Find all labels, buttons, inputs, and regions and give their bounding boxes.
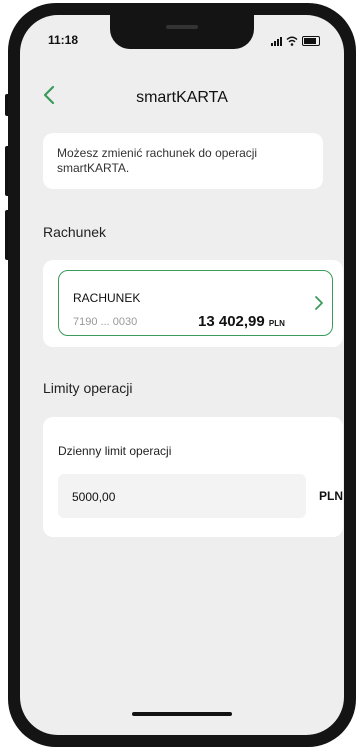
wifi-icon (286, 36, 298, 46)
page-title: smartKARTA (136, 89, 228, 106)
battery-icon (302, 36, 320, 46)
account-balance: 13 402,99 (198, 313, 265, 330)
account-name: RACHUNEK (73, 291, 141, 305)
account-section-label: Rachunek (43, 224, 107, 240)
notch (110, 15, 254, 49)
daily-limit-currency: PLN (319, 489, 343, 503)
speaker (166, 25, 198, 29)
account-currency: PLN (268, 319, 285, 328)
app-screen: 11:18 smartKARTA Możesz zmienić rachunek… (20, 15, 344, 735)
home-indicator[interactable] (132, 712, 232, 716)
status-time: 11:18 (48, 33, 79, 47)
account-selector[interactable]: RACHUNEK 7190 ... 0030 13 402,99 PLN (58, 270, 333, 336)
daily-limit-value: 5000,00 (72, 490, 116, 504)
account-number: 7190 ... 0030 (73, 316, 138, 328)
phone-frame: 11:18 smartKARTA Możesz zmienić rachunek… (8, 3, 356, 747)
limit-card: Dzienny limit operacji 5000,00 PLN (43, 417, 343, 537)
limits-section-label: Limity operacji (43, 380, 133, 396)
account-balance-row: 13 402,99 PLN (198, 313, 285, 330)
daily-limit-input[interactable]: 5000,00 (58, 474, 306, 518)
info-text: Możesz zmienić rachunek do operacji smar… (57, 146, 258, 175)
status-icons (271, 35, 320, 46)
daily-limit-label: Dzienny limit operacji (58, 444, 172, 458)
info-card: Możesz zmienić rachunek do operacji smar… (43, 133, 323, 189)
signal-icon (271, 37, 282, 46)
account-card: RACHUNEK 7190 ... 0030 13 402,99 PLN (43, 260, 343, 347)
chevron-right-icon (315, 296, 323, 310)
